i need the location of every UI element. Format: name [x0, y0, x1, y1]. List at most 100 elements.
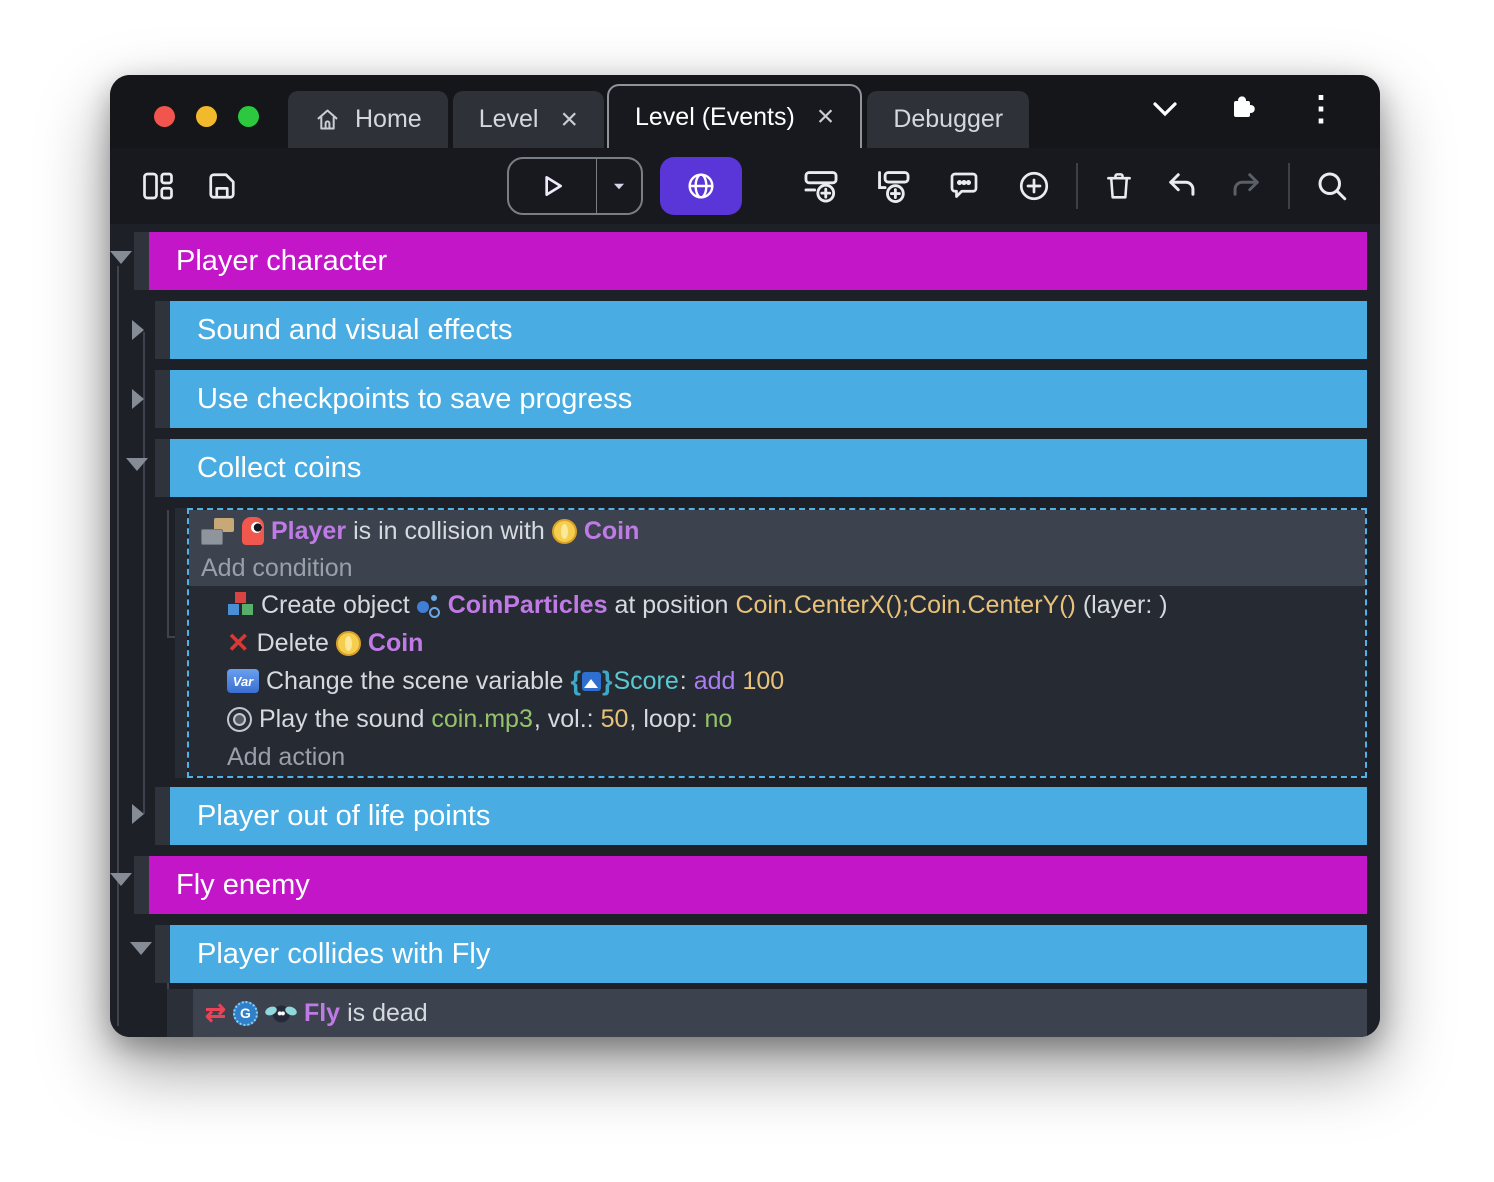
action-text: , vol.: [534, 705, 594, 734]
events-sheet: Player character Sound and visual effect… [110, 224, 1380, 1037]
row-grip[interactable] [155, 439, 170, 497]
globe-icon [685, 170, 717, 202]
circle-plus-icon[interactable] [1016, 168, 1052, 204]
toolbar-divider [1076, 163, 1078, 209]
action-change-variable[interactable]: Var Change the scene variable { } Score … [189, 662, 1365, 700]
extensions-puzzle-icon[interactable] [1226, 93, 1258, 125]
group-header-player-character[interactable]: Player character [149, 232, 1367, 290]
comment-icon[interactable] [946, 168, 982, 204]
add-action-button[interactable]: Add action [189, 738, 1365, 776]
group-label: Player out of life points [197, 800, 490, 833]
group-header-player-collides-fly[interactable]: Player collides with Fly [170, 925, 1367, 983]
close-icon[interactable]: × [817, 102, 835, 132]
minimize-button[interactable] [196, 106, 217, 127]
save-icon[interactable] [204, 168, 240, 204]
undo-icon[interactable] [1164, 168, 1200, 204]
add-condition-button[interactable]: Add condition [189, 550, 1365, 586]
row-grip[interactable] [155, 787, 170, 845]
group-header-fly-enemy[interactable]: Fly enemy [149, 856, 1367, 914]
tab-debugger[interactable]: Debugger [867, 91, 1029, 148]
object-name: Coin [584, 517, 640, 546]
group-header-out-of-life[interactable]: Player out of life points [170, 787, 1367, 845]
condition-text: is dead [347, 999, 428, 1028]
action-play-sound[interactable]: Play the sound coin.mp3 , vol.: 50 , loo… [189, 700, 1365, 738]
conditions-area: Player is in collision with Coin Add con… [189, 510, 1365, 586]
variable-icon: Var [227, 669, 259, 693]
condition-collision[interactable]: Player is in collision with Coin [189, 512, 1365, 550]
preview-split-button [507, 157, 643, 215]
event-group-row: Player collides with Fly [155, 925, 1367, 983]
overflow-menu-icon[interactable]: ⋮ [1304, 92, 1338, 126]
group-label: Player character [176, 245, 387, 278]
tab-label: Home [355, 105, 422, 134]
loop-value: no [705, 705, 733, 734]
add-subevent-icon[interactable] [874, 167, 912, 205]
panel-layout-icon[interactable] [140, 168, 176, 204]
row-grip[interactable] [175, 508, 187, 778]
close-button[interactable] [154, 106, 175, 127]
gear-icon: G [233, 1001, 258, 1026]
condition-fly-is-dead[interactable]: ⇄ G Fly is dead [193, 989, 1367, 1037]
create-object-icon [227, 592, 254, 619]
object-name: CoinParticles [448, 591, 608, 620]
tab-level-events[interactable]: Level (Events) × [607, 84, 862, 148]
tab-label: Level (Events) [635, 103, 795, 132]
group-label: Sound and visual effects [197, 314, 512, 347]
row-grip[interactable] [134, 856, 149, 914]
row-grip[interactable] [155, 925, 170, 983]
row-grip[interactable] [134, 232, 149, 290]
group-label: Fly enemy [176, 869, 310, 902]
trash-icon[interactable] [1102, 169, 1136, 203]
group-label: Player collides with Fly [197, 938, 490, 971]
separator: : [680, 667, 687, 696]
player-object-icon [242, 517, 264, 545]
publish-globe-button[interactable] [660, 157, 742, 215]
chevron-down-icon[interactable] [1150, 99, 1180, 119]
preview-options-caret[interactable] [597, 159, 641, 213]
group-header-sound-effects[interactable]: Sound and visual effects [170, 301, 1367, 359]
sound-icon [227, 707, 252, 732]
fly-object-icon [265, 1003, 297, 1023]
action-text: Play the sound [259, 705, 424, 734]
coin-object-icon [552, 519, 577, 544]
event-row-selected: Player is in collision with Coin Add con… [175, 508, 1367, 778]
behavior-shuffle-icon: ⇄ [205, 1001, 226, 1026]
search-icon[interactable] [1314, 168, 1350, 204]
selected-event[interactable]: Player is in collision with Coin Add con… [187, 508, 1367, 778]
redo-icon[interactable] [1228, 168, 1264, 204]
play-button[interactable] [509, 159, 597, 213]
row-grip[interactable] [155, 370, 170, 428]
coin-object-icon [336, 631, 361, 656]
action-text: Change the scene variable [266, 667, 563, 696]
toolbar-divider [1288, 163, 1290, 209]
tab-home[interactable]: Home [288, 91, 448, 148]
home-icon [314, 106, 341, 133]
value: 100 [742, 667, 784, 696]
object-name: Fly [304, 999, 340, 1028]
tab-strip: Home Level × Level (Events) × Debugger [288, 84, 1034, 148]
row-grip[interactable] [167, 989, 193, 1037]
tab-level[interactable]: Level × [453, 91, 604, 148]
object-name: Coin [368, 629, 424, 658]
object-name: Player [271, 517, 346, 546]
action-create-object[interactable]: Create object CoinParticles at position … [189, 586, 1365, 624]
add-event-icon[interactable] [802, 167, 840, 205]
condition-text: is in collision with [353, 517, 545, 546]
group-header-checkpoints[interactable]: Use checkpoints to save progress [170, 370, 1367, 428]
fly-event-conditions[interactable]: ⇄ G Fly is dead [193, 989, 1367, 1037]
action-delete[interactable]: ✕ Delete Coin [189, 624, 1365, 662]
app-window: Home Level × Level (Events) × Debugger [110, 75, 1380, 1037]
variable-name: Score [613, 667, 678, 696]
group-header-collect-coins[interactable]: Collect coins [170, 439, 1367, 497]
action-text: at position [614, 591, 728, 620]
event-group-row: Collect coins [155, 439, 1367, 497]
zoom-button[interactable] [238, 106, 259, 127]
close-icon[interactable]: × [560, 105, 578, 135]
toolbar [110, 148, 1380, 224]
volume-value: 50 [601, 705, 629, 734]
event-group-row: Player out of life points [155, 787, 1367, 845]
collision-icon [201, 518, 235, 545]
row-grip[interactable] [155, 301, 170, 359]
action-text: , loop: [629, 705, 697, 734]
scene-variable-icon: { } [570, 668, 612, 695]
